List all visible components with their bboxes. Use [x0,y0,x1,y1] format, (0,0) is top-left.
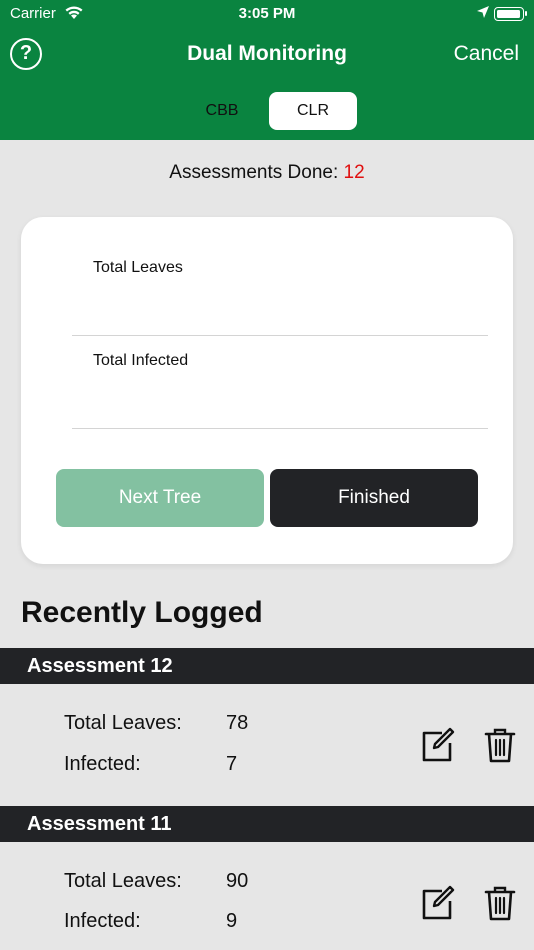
segment-cbb[interactable]: CBB [178,92,266,130]
divider [72,335,488,336]
infected-value: 7 [226,753,238,775]
total-leaves-label: Total Leaves: [64,870,182,892]
next-tree-button[interactable]: Next Tree [56,469,264,527]
total-leaves-label: Total Leaves: [64,712,182,734]
recently-logged-heading: Recently Logged [21,596,263,629]
assessments-done-label: Assessments Done: [169,162,344,183]
clock: 3:05 PM [238,5,296,22]
segment-clr[interactable]: CLR [269,92,357,130]
assessments-done-count: 12 [343,162,365,183]
assessments-done: Assessments Done: 12 [0,162,534,184]
location-arrow-icon [477,6,489,18]
finished-button[interactable]: Finished [270,469,478,527]
edit-icon[interactable] [420,885,456,921]
infected-value: 9 [226,910,238,932]
total-leaves-input[interactable]: Total Leaves [93,259,183,277]
cancel-button[interactable]: Cancel [454,42,519,66]
entry-card: Total Leaves Total Infected Next Tree Fi… [21,217,513,564]
infected-label: Infected: [64,910,141,932]
total-leaves-value: 90 [226,870,249,892]
assessment-header: Assessment 12 [0,648,534,684]
assessment-header: Assessment 11 [0,806,534,842]
total-infected-input[interactable]: Total Infected [93,352,188,370]
nav-header: Carrier 3:05 PM ? Dual Monitoring Cancel… [0,0,534,140]
battery-icon [494,7,527,21]
trash-icon[interactable] [484,726,516,764]
infected-label: Infected: [64,753,141,775]
edit-icon[interactable] [420,727,456,763]
segmented-control: CBB CLR [175,92,360,130]
trash-icon[interactable] [484,884,516,922]
total-leaves-value: 78 [226,712,249,734]
status-bar: Carrier 3:05 PM [0,0,534,30]
divider [72,428,488,429]
